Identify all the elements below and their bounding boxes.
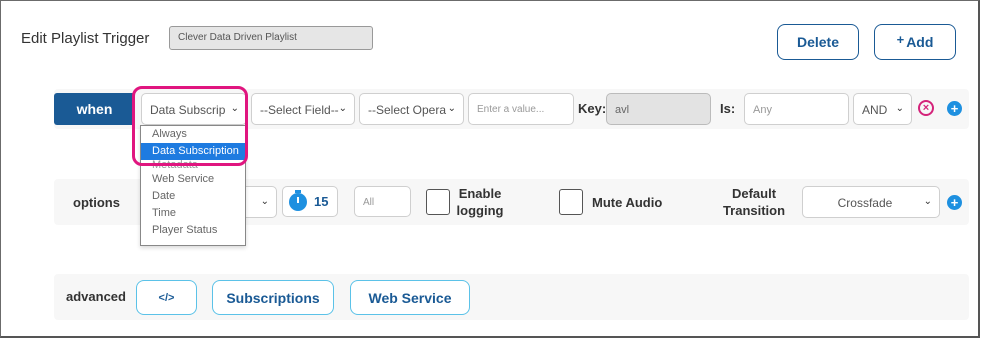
plus-icon: +	[896, 31, 905, 47]
chevron-down-icon: ⌄	[895, 103, 904, 114]
conjunction-select[interactable]: AND ⌄	[853, 93, 912, 125]
key-label: Key:	[578, 101, 607, 116]
field-select-value: --Select Field--	[260, 103, 339, 117]
is-input[interactable]: Any	[744, 93, 849, 125]
chevron-down-icon: ⌄	[230, 103, 239, 114]
add-condition-icon[interactable]: +	[947, 101, 962, 116]
code-button[interactable]: </>	[136, 280, 197, 315]
dropdown-option-selected[interactable]: Data Subscription	[141, 143, 245, 160]
transition-value: Crossfade	[837, 196, 893, 210]
add-button-label: Add	[906, 34, 934, 50]
advanced-label: advanced	[66, 289, 126, 304]
chevron-down-icon: ⌄	[923, 196, 932, 207]
source-select-value: Data Subscrip	[150, 103, 226, 117]
enable-logging-checkbox[interactable]	[426, 189, 450, 215]
is-label: Is:	[720, 101, 736, 116]
chevron-down-icon: ⌄	[338, 103, 347, 114]
source-select[interactable]: Data Subscrip ⌄	[141, 93, 247, 125]
dropdown-option[interactable]: Metadata	[141, 160, 245, 171]
remove-condition-icon[interactable]: ×	[918, 100, 934, 116]
operator-select-value: --Select Opera	[368, 103, 447, 117]
field-select[interactable]: --Select Field-- ⌄	[251, 93, 355, 125]
when-badge: when	[54, 93, 135, 125]
delete-button[interactable]: Delete	[777, 24, 859, 60]
source-dropdown-list: Always Data Subscription Metadata Web Se…	[140, 125, 246, 246]
page-title: Edit Playlist Trigger	[21, 30, 150, 47]
subscriptions-button[interactable]: Subscriptions	[212, 280, 334, 315]
dropdown-option[interactable]: Time	[141, 205, 245, 222]
mute-audio-checkbox[interactable]	[559, 189, 583, 215]
default-transition-label: Default Transition	[722, 186, 786, 218]
add-button[interactable]: + Add	[874, 24, 956, 60]
dropdown-option[interactable]: Web Service	[141, 171, 245, 188]
all-input[interactable]: All	[354, 186, 411, 217]
conjunction-value: AND	[862, 103, 888, 117]
add-option-icon[interactable]: +	[947, 195, 962, 210]
chevron-down-icon: ⌄	[260, 196, 269, 207]
chevron-down-icon: ⌄	[447, 103, 456, 114]
value-input[interactable]: Enter a value...	[468, 93, 574, 125]
operator-select[interactable]: --Select Opera ⌄	[359, 93, 464, 125]
duration-field[interactable]: 15	[282, 186, 338, 217]
mute-audio-label: Mute Audio	[592, 195, 663, 210]
stopwatch-icon	[289, 189, 307, 211]
playlist-name-field[interactable]: Clever Data Driven Playlist	[169, 26, 373, 50]
window-frame: Edit Playlist Trigger Clever Data Driven…	[0, 0, 980, 338]
key-field: avl	[606, 93, 711, 125]
dropdown-option[interactable]: Date	[141, 188, 245, 205]
transition-select[interactable]: Crossfade ⌄	[802, 186, 940, 218]
duration-value: 15	[314, 194, 329, 209]
dropdown-option[interactable]: Always	[141, 126, 245, 143]
enable-logging-label: Enable logging	[456, 186, 504, 218]
web-service-button[interactable]: Web Service	[350, 280, 470, 315]
dropdown-option[interactable]: Player Status	[141, 222, 245, 239]
options-label: options	[73, 195, 120, 210]
